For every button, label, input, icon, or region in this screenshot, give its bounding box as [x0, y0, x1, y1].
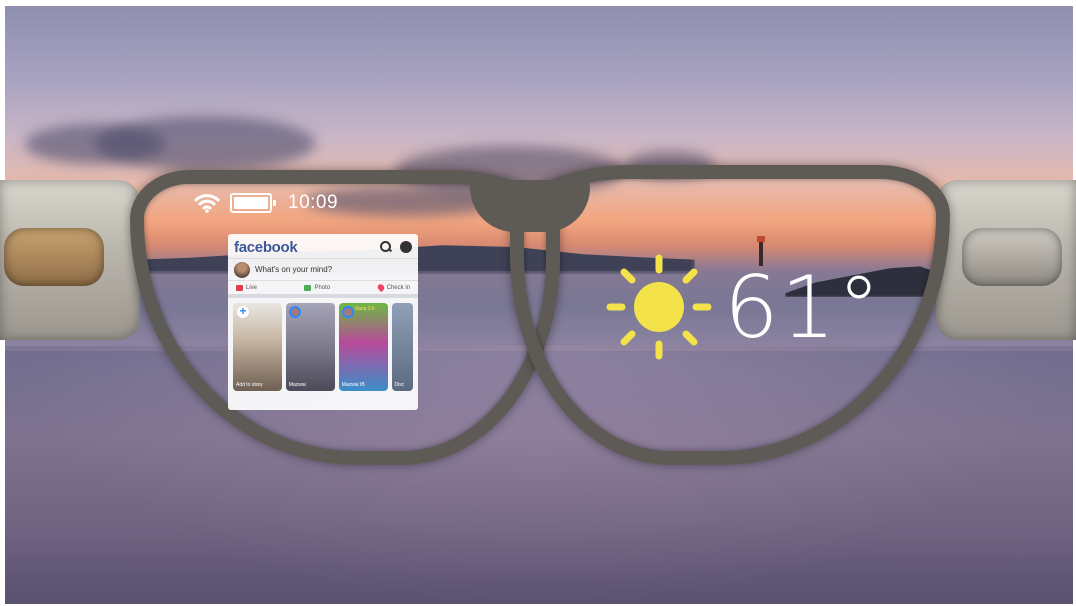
story-label: Mazwai — [288, 382, 306, 388]
facebook-header: facebook — [228, 234, 418, 258]
compose-actions: Live Photo Check in — [228, 280, 418, 298]
story-title: Xana 3.h — [354, 306, 375, 312]
photo-button[interactable]: Photo — [304, 284, 331, 291]
photo-label: Photo — [314, 284, 331, 291]
compose-box[interactable]: What's on your mind? — [228, 258, 418, 280]
facebook-header-icons — [380, 241, 412, 253]
weather-widget: 61° — [606, 254, 896, 364]
checkin-icon — [376, 282, 386, 293]
facebook-logo[interactable]: facebook — [234, 239, 298, 256]
photo-icon — [304, 284, 312, 291]
clock: 10:09 — [288, 192, 339, 213]
story-avatar — [288, 306, 301, 318]
live-label: Live — [246, 284, 258, 291]
sun-icon — [606, 254, 712, 360]
live-button[interactable]: Live — [236, 284, 258, 291]
plus-icon: + — [237, 305, 249, 318]
stories-row: + Add to story Mazwai Xana 3.h Mazwai IB… — [228, 298, 418, 396]
messenger-icon[interactable] — [400, 241, 412, 253]
checkin-button[interactable]: Check in — [376, 282, 410, 293]
live-icon — [236, 284, 243, 291]
story-item[interactable]: Xana 3.h Mazwai IB — [338, 303, 388, 391]
cloud — [95, 116, 315, 171]
facebook-card[interactable]: facebook What's on your mind? Live Photo… — [228, 234, 418, 410]
story-item[interactable]: Disc — [391, 303, 414, 391]
right-hinge — [962, 228, 1062, 286]
story-add[interactable]: + Add to story — [233, 303, 282, 391]
story-item[interactable]: Mazwai — [285, 303, 335, 391]
story-label: Disc — [394, 382, 405, 388]
left-temple — [0, 180, 140, 340]
avatar — [234, 261, 250, 278]
compose-prompt[interactable]: What's on your mind? — [255, 265, 332, 274]
battery-icon — [230, 193, 276, 213]
story-label: Mazwai IB — [341, 382, 365, 388]
story-avatar — [341, 306, 354, 318]
wifi-icon — [194, 194, 220, 213]
temperature: 61° — [724, 258, 883, 358]
checkin-label: Check in — [386, 284, 410, 291]
wet-sand — [5, 346, 1073, 604]
story-label: Add to story — [236, 382, 263, 388]
search-icon[interactable] — [380, 241, 392, 253]
hud-status-bar: 10:09 — [194, 192, 338, 214]
right-temple — [936, 180, 1076, 340]
left-hinge — [4, 228, 104, 286]
